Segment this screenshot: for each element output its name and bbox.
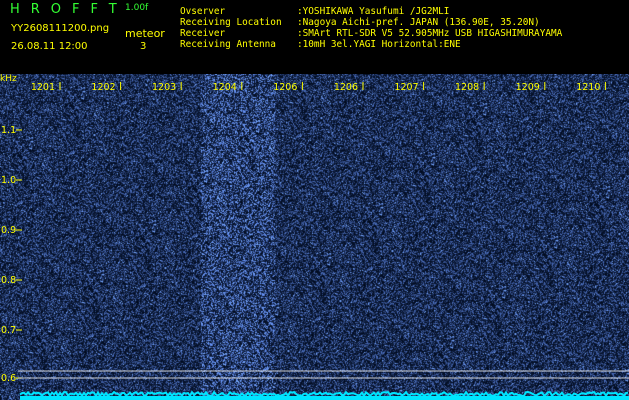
x-tick-label: 1206 [273,82,297,93]
receiver-key: Receiver [180,28,226,39]
x-tick-label: 1207 [394,82,418,93]
receiver-value: :SMArt RTL-SDR V5 52.905MHz USB HIGASHIM… [297,28,563,39]
y-tick-label: 0.9 [1,225,16,236]
x-tick-label: 1210 [576,82,600,93]
header-panel: HROFFT 1.00f YY2608111200.png 26.08.11 1… [0,0,629,74]
x-tick-label: 1204 [213,82,237,93]
app-brand: HROFFT [10,2,128,17]
x-tick-label: 1209 [516,82,540,93]
antenna-value: :10mH 3el.YAGI Horizontal:ENE [297,39,461,50]
y-axis-unit: kHz [0,74,17,84]
x-tick-label: 1201 [31,82,55,93]
app-version: 1.00f [125,3,149,13]
baseline-floor [20,396,629,400]
spectrogram-plot: 1201 1202 1203 1204 1206 1206 1207 1208 1209 1210… [0,74,629,400]
file-name: YY2608111200.png [11,23,110,34]
x-tick-label: 1202 [91,82,115,93]
y-tick-label: 1.1 [1,125,16,136]
x-tick-label: 1203 [152,82,176,93]
spectrogram-grid: 1201 1202 1203 1204 1206 1206 1207 1208 1209 1210… [1,82,629,400]
y-tick-label: 0.7 [1,325,16,336]
date-time: 26.08.11 12:00 [11,41,88,52]
x-tick-label: 1206 [334,82,358,93]
antenna-key: Receiving Antenna [180,39,276,50]
y-tick-label: 0.6 [1,373,16,384]
detection-count: 3 [140,41,147,52]
observer-key: Ovserver [180,6,226,17]
x-tick-label: 1208 [455,82,479,93]
location-value: :Nagoya Aichi-pref. JAPAN (136.90E, 35.2… [297,17,540,28]
detection-type-label: meteor [125,27,165,40]
observer-value: :YOSHIKAWA Yasufumi /JG2MLI [297,6,450,17]
y-tick-label: 0.8 [1,275,16,286]
location-key: Receiving Location [180,17,282,28]
baseline-trace [19,390,629,398]
y-tick-label: 1.0 [1,175,16,186]
